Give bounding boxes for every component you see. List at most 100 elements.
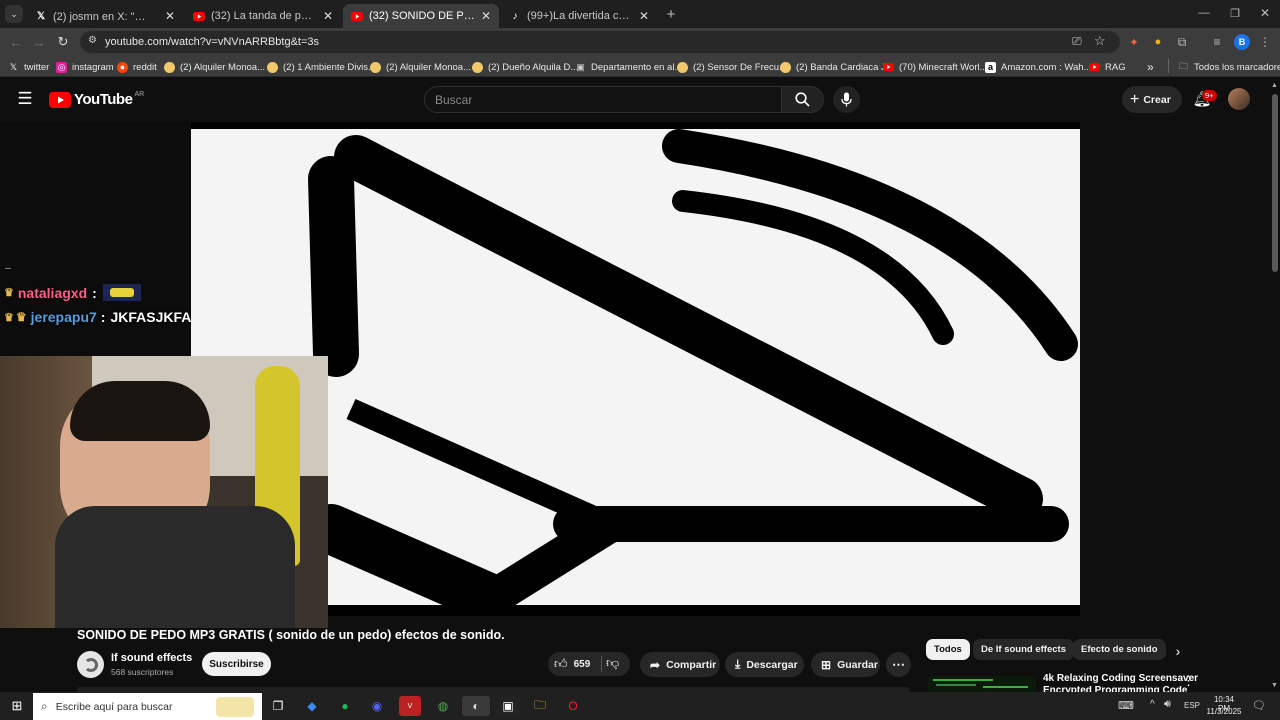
bookmark-item[interactable]: (2) Alquiler Monoa... [370, 59, 471, 75]
tab-twitter[interactable]: 𝕏 (2) josmn en X: "❤️ https://t.co ✕ [27, 4, 183, 28]
bookmark-item[interactable]: (2) Dueño Alquila D... [472, 59, 578, 75]
profile-avatar[interactable]: B [1234, 34, 1250, 50]
subscribe-button[interactable]: Suscribirse [202, 652, 271, 676]
search-button[interactable] [782, 86, 824, 113]
bookmark-item[interactable]: 𝕏twitter [8, 59, 49, 75]
close-icon[interactable]: ✕ [323, 9, 333, 23]
browser-menu-icon[interactable]: ⋮ [1258, 34, 1272, 50]
back-button[interactable]: ← [7, 33, 25, 51]
task-view-icon[interactable]: ❐ [267, 696, 289, 716]
reddit-icon: ● [117, 61, 128, 73]
tab-search-button[interactable]: ⌄ [5, 5, 23, 23]
capcut-icon[interactable]: ▣ [497, 696, 519, 716]
notification-center-icon[interactable]: 🗨︎ [1252, 699, 1266, 712]
page-scrollbar-thumb[interactable] [1272, 94, 1278, 272]
puzzle-icon[interactable]: ⧉ [1174, 34, 1190, 50]
tray-chevron-up-icon[interactable]: ^ [1150, 699, 1155, 710]
microphone-icon [841, 92, 852, 107]
language-indicator[interactable]: ESP [1184, 701, 1200, 710]
bookmark-item[interactable]: RAG [1089, 59, 1126, 75]
channel-avatar[interactable] [77, 651, 104, 678]
restore-button[interactable]: ❐ [1226, 4, 1244, 22]
bookmark-label: reddit [133, 61, 157, 73]
reload-button[interactable]: ↻ [54, 33, 72, 51]
download-button[interactable]: ⤓ Descargar [725, 652, 804, 677]
more-actions-icon[interactable]: ⋯ [886, 652, 911, 677]
chip-channel[interactable]: De If sound effects [973, 639, 1074, 660]
extension-icon[interactable]: ✦ [1126, 34, 1142, 50]
bookmark-item[interactable]: (70) Minecraft Worl... [883, 59, 988, 75]
tab-sonido-de-pedo[interactable]: (32) SONIDO DE PEDO MP3 GRAT ✕ [343, 4, 499, 28]
bookmark-label: instagram [72, 61, 114, 73]
related-video-thumbnail[interactable] [928, 676, 1036, 692]
search-input[interactable]: Buscar [424, 86, 782, 113]
copilot-icon[interactable]: ◆ [301, 696, 323, 716]
user-avatar[interactable] [1228, 88, 1250, 110]
volume-icon[interactable]: 🔊︎ [1164, 698, 1171, 711]
obs-icon[interactable]: ◐ [462, 696, 490, 716]
tab-tiktok[interactable]: ♪ (99+)La divertida cena de DJ M ✕ [501, 4, 657, 28]
window-close-button[interactable]: ✕ [1256, 4, 1274, 22]
create-label: Crear [1143, 93, 1171, 106]
minimize-button[interactable]: — [1195, 4, 1213, 22]
bookmark-item[interactable]: a Amazon.com : Wah... [985, 59, 1091, 75]
windows-start-icon[interactable]: ⊞ [6, 696, 28, 716]
tab-penaltis[interactable]: (32) La tanda de penaltis más in ✕ [185, 4, 341, 28]
cast-icon[interactable]: ⎚ [1072, 34, 1082, 49]
all-bookmarks-folder[interactable]: 🗀 Todos los marcadores [1178, 59, 1280, 75]
windows-taskbar: ⊞ ⌕ Escribe aquí para buscar ❐ ◆ ● ◉ V ◍… [0, 692, 1280, 720]
discord-icon[interactable]: ◉ [366, 696, 388, 716]
divider [601, 656, 602, 672]
site-info-icon[interactable]: ⚙ [88, 35, 97, 46]
scroll-down-arrow-icon[interactable]: ▼ [1271, 682, 1278, 689]
youtube-icon [1089, 62, 1100, 73]
voice-search-button[interactable] [833, 86, 860, 113]
create-button[interactable]: + Crear [1122, 86, 1182, 113]
bookmarks-overflow-button[interactable]: » [1147, 59, 1154, 75]
url-text[interactable]: youtube.com/watch?v=vNVnARRBbtg&t=3s [105, 36, 319, 48]
taskbar-search-box[interactable]: ⌕ Escribe aquí para buscar [33, 693, 262, 720]
search-icon: ⌕ [41, 699, 48, 713]
thumbs-down-icon[interactable]: 👎︎ [606, 655, 619, 671]
close-icon[interactable]: ✕ [639, 9, 649, 23]
bookmark-item[interactable]: (2) Alquiler Monoa... [164, 59, 265, 75]
related-video-title[interactable]: 4k Relaxing Coding Screensaver [1043, 673, 1198, 684]
media-control-icon[interactable]: ≡ [1209, 34, 1225, 50]
emote-image [102, 284, 141, 301]
file-explorer-icon[interactable]: 🗀 [529, 696, 551, 716]
marketplace-icon [780, 61, 791, 73]
chip-sound-effect[interactable]: Efecto de sonido [1073, 639, 1166, 660]
bookmark-item[interactable]: ▣ Departamento en al... [575, 59, 682, 75]
address-bar[interactable]: ⚙ youtube.com/watch?v=vNVnARRBbtg&t=3s ⎚… [80, 31, 1120, 53]
chevron-right-icon[interactable]: › [1168, 641, 1188, 661]
bookmark-item[interactable]: ◎ instagram [56, 59, 114, 75]
scroll-up-arrow-icon[interactable]: ▲ [1271, 82, 1278, 89]
like-button[interactable]: 👍︎ 659 [548, 652, 601, 676]
bookmark-item[interactable]: (2) 1 Ambiente Divis... [267, 59, 376, 75]
menu-icon[interactable]: ☰ [15, 89, 35, 109]
youtube-icon [193, 10, 205, 22]
save-button[interactable]: ⊞ Guardar [811, 652, 880, 677]
share-button[interactable]: ➦ Compartir [640, 652, 720, 677]
spotify-icon[interactable]: ● [334, 696, 356, 716]
chip-todos[interactable]: Todos [926, 639, 970, 660]
new-tab-button[interactable]: + [662, 5, 680, 23]
related-more-icon[interactable]: ⋮ [1182, 673, 1195, 689]
youtube-logo[interactable]: YouTube AR [49, 91, 144, 108]
chrome-extension-icon[interactable]: ● [1150, 34, 1166, 50]
clock-date[interactable]: 11/3/2025 [1204, 707, 1244, 716]
tiktok-icon: ♪ [512, 10, 518, 22]
close-icon[interactable]: ✕ [165, 9, 175, 23]
channel-name[interactable]: If sound effects [111, 652, 192, 664]
bookmark-item[interactable]: (2) Banda Cardiaca J... [780, 59, 894, 75]
chrome-icon[interactable]: ◍ [432, 696, 454, 716]
forward-button[interactable]: → [30, 33, 48, 51]
close-icon[interactable]: ✕ [481, 9, 491, 23]
bookmark-item[interactable]: ● reddit [117, 59, 157, 75]
bookmark-item[interactable]: (2) Sensor De Frecu... [677, 59, 787, 75]
voicemod-icon[interactable]: V [399, 696, 421, 716]
opera-icon[interactable]: O [562, 696, 584, 716]
bookmark-label: Amazon.com : Wah... [1001, 61, 1092, 73]
keyboard-icon[interactable]: ⌨ [1118, 699, 1134, 712]
bookmark-star-icon[interactable]: ☆ [1094, 33, 1106, 49]
